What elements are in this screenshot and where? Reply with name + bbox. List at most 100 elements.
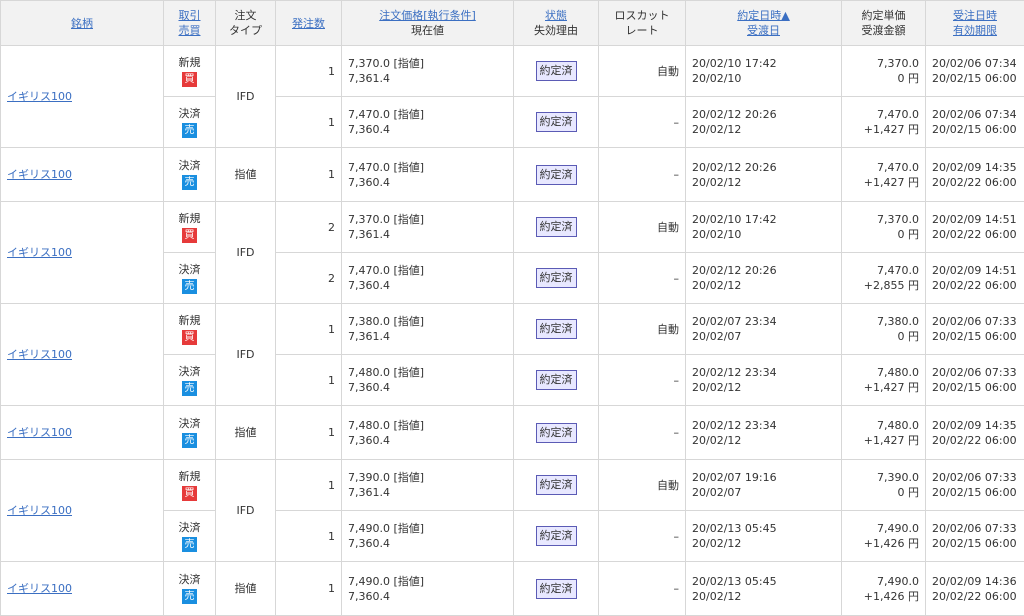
sort-status-link[interactable]: 状態 bbox=[545, 9, 567, 22]
sort-side-link[interactable]: 取引 bbox=[179, 9, 201, 22]
side-cell: 決済売 bbox=[164, 511, 216, 562]
symbol-link[interactable]: イギリス100 bbox=[7, 168, 72, 181]
unit-cell: 7,390.00 円 bbox=[842, 460, 926, 511]
exec-datetime: 20/02/10 17:42 bbox=[692, 57, 777, 70]
expiry-datetime: 20/02/15 06:00 bbox=[932, 537, 1017, 550]
expiry-datetime: 20/02/22 06:00 bbox=[932, 279, 1017, 292]
status-badge[interactable]: 約定済 bbox=[536, 165, 577, 185]
symbol-cell[interactable]: イギリス100 bbox=[1, 406, 164, 460]
symbol-cell[interactable]: イギリス100 bbox=[1, 562, 164, 616]
col-side[interactable]: 取引売買 bbox=[164, 1, 216, 46]
symbol-cell[interactable]: イギリス100 bbox=[1, 148, 164, 202]
sort-price-link[interactable]: 注文価格[執行条件] bbox=[379, 9, 476, 22]
exec-datetime: 20/02/12 23:34 bbox=[692, 366, 777, 379]
symbol-cell[interactable]: イギリス100 bbox=[1, 202, 164, 304]
table-row: イギリス100新規買IFD17,390.0 [指値]7,361.4約定済自動20… bbox=[1, 460, 1024, 511]
sort-symbol-link[interactable]: 銘柄 bbox=[71, 17, 93, 30]
exec-cell: 20/02/12 20:2620/02/12 bbox=[686, 253, 842, 304]
exec-cell: 20/02/12 23:34 20/02/12 bbox=[686, 355, 842, 406]
side-badge: 買 bbox=[182, 72, 197, 87]
side-badge: 売 bbox=[182, 279, 197, 294]
unit-cell: 7,480.0+1,427 円 bbox=[842, 406, 926, 460]
sort-exec-link[interactable]: 約定日時▲ bbox=[737, 9, 789, 22]
symbol-cell[interactable]: イギリス100 bbox=[1, 46, 164, 148]
symbol-cell[interactable]: イギリス100 bbox=[1, 460, 164, 562]
col-losscut: ロスカットレート bbox=[599, 1, 686, 46]
sort-deliv-link[interactable]: 受渡日 bbox=[747, 24, 780, 37]
expiry-datetime: 20/02/15 06:00 bbox=[932, 486, 1017, 499]
status-cell: 約定済 bbox=[514, 148, 599, 202]
exec-cell: 20/02/13 05:4520/02/12 bbox=[686, 562, 842, 616]
sort-qty-link[interactable]: 発注数 bbox=[292, 17, 325, 30]
col-price[interactable]: 注文価格[執行条件] 現在値 bbox=[342, 1, 514, 46]
order-type-cell: 指値 bbox=[216, 406, 276, 460]
status-badge[interactable]: 約定済 bbox=[536, 268, 577, 288]
status-badge[interactable]: 約定済 bbox=[536, 217, 577, 237]
losscut-cell: 自動 bbox=[599, 202, 686, 253]
delivery-date: 20/02/12 bbox=[692, 123, 741, 136]
symbol-link[interactable]: イギリス100 bbox=[7, 348, 72, 361]
delivery-amount: 0 円 bbox=[898, 330, 920, 343]
current-price: 7,361.4 bbox=[348, 486, 390, 499]
symbol-cell[interactable]: イギリス100 bbox=[1, 304, 164, 406]
sort-side-b-link[interactable]: 売買 bbox=[179, 24, 201, 37]
status-badge[interactable]: 約定済 bbox=[536, 579, 577, 599]
exec-cell: 20/02/10 17:4220/02/10 bbox=[686, 46, 842, 97]
status-badge[interactable]: 約定済 bbox=[536, 61, 577, 81]
expiry-datetime: 20/02/22 06:00 bbox=[932, 228, 1017, 241]
current-price-header: 現在値 bbox=[411, 24, 444, 37]
losscut-cell: – bbox=[599, 511, 686, 562]
order-date-cell: 20/02/06 07:3320/02/15 06:00 bbox=[926, 460, 1024, 511]
order-date-cell: 20/02/06 07:3320/02/15 06:00 bbox=[926, 304, 1024, 355]
symbol-link[interactable]: イギリス100 bbox=[7, 426, 72, 439]
col-status[interactable]: 状態失効理由 bbox=[514, 1, 599, 46]
sort-expiry-link[interactable]: 有効期限 bbox=[953, 24, 997, 37]
status-cell: 約定済 bbox=[514, 46, 599, 97]
exec-datetime: 20/02/10 17:42 bbox=[692, 213, 777, 226]
status-cell: 約定済 bbox=[514, 253, 599, 304]
status-cell: 約定済 bbox=[514, 406, 599, 460]
order-price: 7,470.0 [指値] bbox=[348, 108, 424, 121]
col-order[interactable]: 受注日時有効期限 bbox=[926, 1, 1024, 46]
delivery-date: 20/02/12 bbox=[692, 537, 741, 550]
side-badge: 売 bbox=[182, 381, 197, 396]
symbol-link[interactable]: イギリス100 bbox=[7, 504, 72, 517]
status-badge[interactable]: 約定済 bbox=[536, 423, 577, 443]
col-exec[interactable]: 約定日時▲ 受渡日 bbox=[686, 1, 842, 46]
qty-cell: 1 bbox=[276, 562, 342, 616]
order-type-cell: IFD bbox=[216, 460, 276, 562]
col-type: 注文タイプ bbox=[216, 1, 276, 46]
side-badge: 売 bbox=[182, 589, 197, 604]
qty-cell: 1 bbox=[276, 97, 342, 148]
table-header: 銘柄 取引売買 注文タイプ 発注数 注文価格[執行条件] 現在値 状態失効理由 ロ… bbox=[1, 1, 1024, 46]
status-badge[interactable]: 約定済 bbox=[536, 319, 577, 339]
delivery-amount: +1,427 円 bbox=[864, 176, 919, 189]
type-header-b: タイプ bbox=[229, 24, 262, 37]
losscut-cell: 自動 bbox=[599, 46, 686, 97]
delivery-amount: +2,855 円 bbox=[864, 279, 919, 292]
symbol-link[interactable]: イギリス100 bbox=[7, 246, 72, 259]
exec-cell: 20/02/07 23:3420/02/07 bbox=[686, 304, 842, 355]
status-badge[interactable]: 約定済 bbox=[536, 475, 577, 495]
symbol-link[interactable]: イギリス100 bbox=[7, 582, 72, 595]
unit-cell: 7,470.0+1,427 円 bbox=[842, 148, 926, 202]
current-price: 7,361.4 bbox=[348, 330, 390, 343]
sort-order-link[interactable]: 受注日時 bbox=[953, 9, 997, 22]
order-datetime: 20/02/09 14:35 bbox=[932, 419, 1017, 432]
col-symbol[interactable]: 銘柄 bbox=[1, 1, 164, 46]
order-type-cell: 指値 bbox=[216, 148, 276, 202]
price-cell: 7,490.0 [指値]7,360.4 bbox=[342, 562, 514, 616]
symbol-link[interactable]: イギリス100 bbox=[7, 90, 72, 103]
delivery-date: 20/02/12 bbox=[692, 381, 741, 394]
col-qty[interactable]: 発注数 bbox=[276, 1, 342, 46]
status-badge[interactable]: 約定済 bbox=[536, 112, 577, 132]
price-cell: 7,480.0 [指値]7,360.4 bbox=[342, 406, 514, 460]
side-cell: 新規買 bbox=[164, 46, 216, 97]
exec-cell: 20/02/12 20:2620/02/12 bbox=[686, 97, 842, 148]
unit-cell: 7,490.0+1,426 円 bbox=[842, 511, 926, 562]
status-badge[interactable]: 約定済 bbox=[536, 526, 577, 546]
status-badge[interactable]: 約定済 bbox=[536, 370, 577, 390]
delivery-date: 20/02/12 bbox=[692, 590, 741, 603]
qty-cell: 1 bbox=[276, 511, 342, 562]
current-price: 7,360.4 bbox=[348, 381, 390, 394]
